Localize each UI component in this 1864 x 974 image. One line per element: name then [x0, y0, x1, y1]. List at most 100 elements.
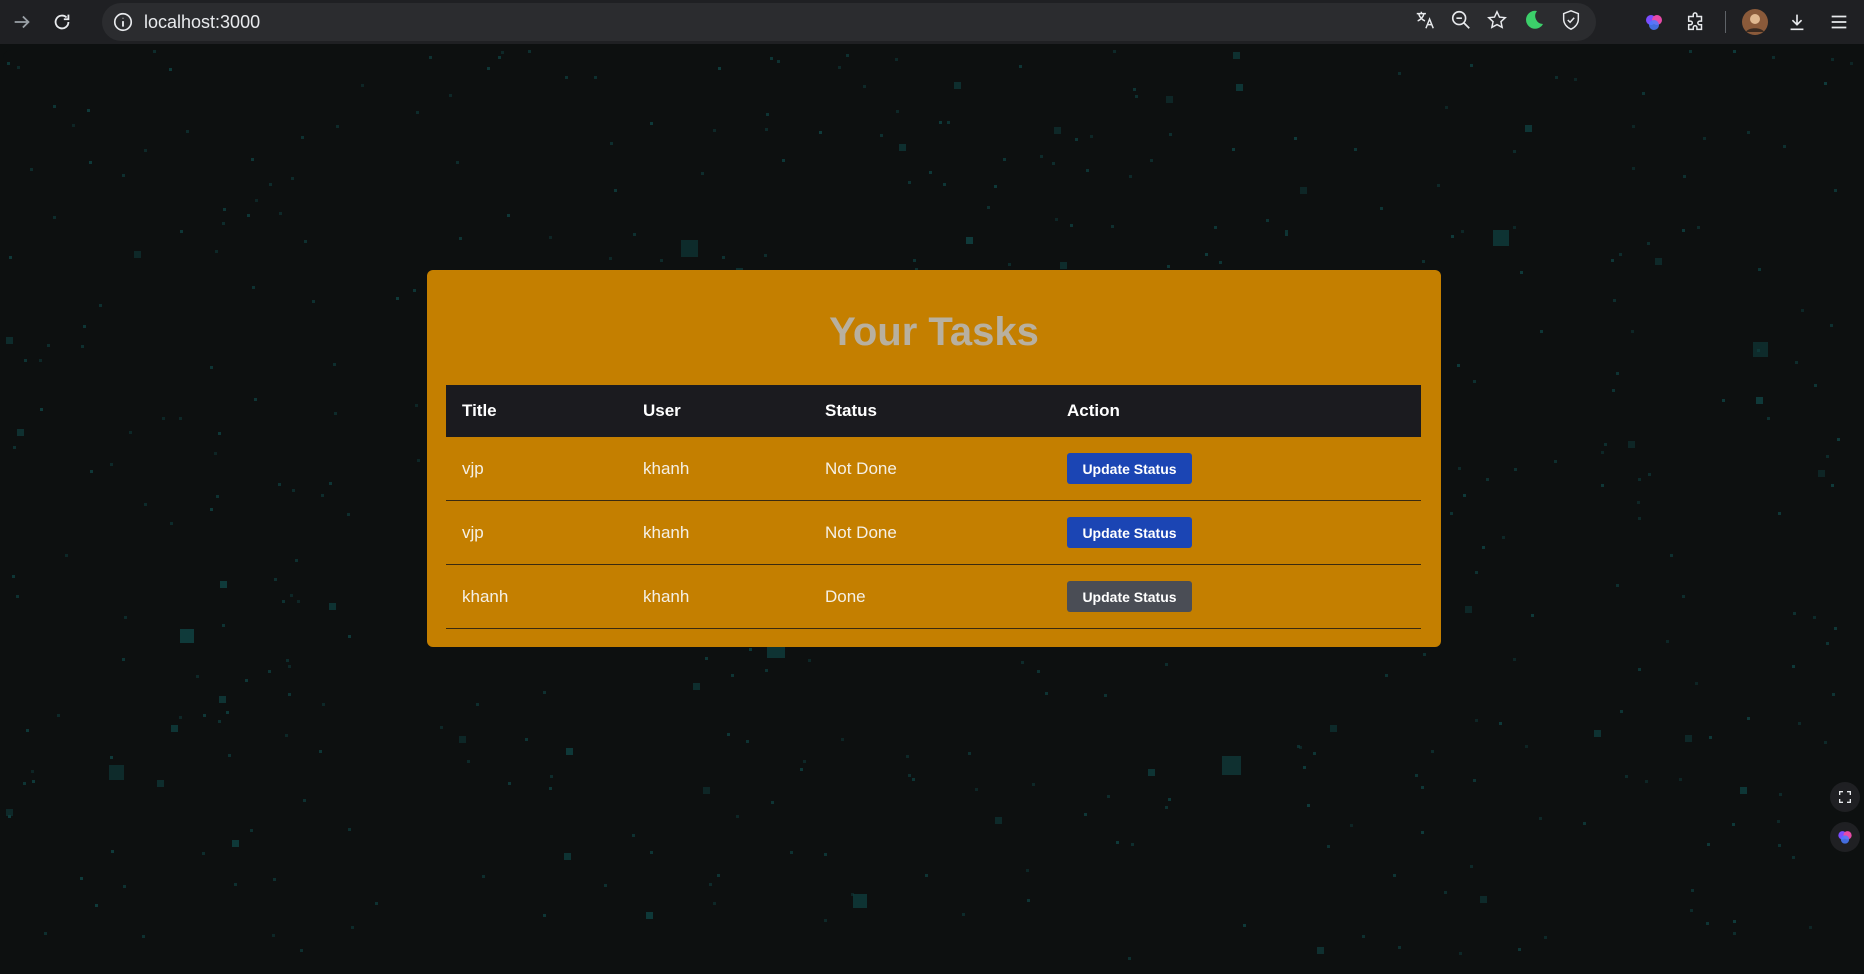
background-speck [23, 782, 26, 785]
background-speck [1128, 957, 1131, 960]
background-speck [906, 755, 909, 758]
background-speck [722, 256, 725, 259]
update-status-button[interactable]: Update Status [1067, 453, 1192, 484]
background-speck [507, 214, 510, 217]
background-speck [31, 770, 34, 773]
background-speck [528, 50, 531, 53]
background-speck [1129, 175, 1132, 178]
update-status-button[interactable]: Update Status [1067, 581, 1192, 612]
background-speck [1350, 824, 1353, 827]
background-speck [1037, 670, 1040, 673]
background-speck [549, 787, 552, 790]
bookmark-star-icon[interactable] [1486, 9, 1508, 36]
background-speck [1613, 299, 1616, 302]
background-speck [913, 259, 916, 262]
address-bar[interactable]: localhost:3000 [102, 3, 1596, 41]
brain-extension-icon[interactable] [1637, 5, 1671, 39]
background-speck [222, 222, 225, 225]
background-speck [12, 575, 15, 578]
background-speck [709, 883, 712, 886]
background-speck [292, 489, 295, 492]
background-speck [1518, 948, 1521, 951]
background-speck [348, 635, 351, 638]
background-speck [954, 82, 961, 89]
background-speck [594, 76, 597, 79]
background-speck [476, 703, 479, 706]
background-speck [1445, 106, 1448, 109]
zoom-out-icon[interactable] [1450, 9, 1472, 36]
background-speck [203, 714, 206, 717]
shield-extension-icon[interactable] [1560, 9, 1582, 36]
background-speck [110, 463, 113, 466]
profile-avatar[interactable] [1738, 5, 1772, 39]
background-speck [1732, 823, 1735, 826]
background-speck [614, 189, 617, 192]
background-speck [1525, 125, 1532, 132]
background-speck [610, 142, 613, 145]
background-speck [1601, 451, 1604, 454]
arrow-right-icon [14, 15, 30, 29]
background-speck [1303, 766, 1306, 769]
background-speck [1777, 820, 1780, 823]
background-speck [1767, 417, 1770, 420]
background-speck [947, 121, 950, 124]
background-speck [144, 149, 147, 152]
background-speck [319, 750, 322, 753]
reload-button[interactable] [44, 4, 80, 40]
table-row: vjp khanh Not Done Update Status [446, 437, 1421, 501]
background-speck [415, 404, 418, 407]
background-speck [1090, 135, 1093, 138]
background-speck [1795, 361, 1798, 364]
background-speck [1150, 159, 1153, 162]
background-speck [1753, 342, 1768, 357]
background-speck [1421, 831, 1424, 834]
translate-icon[interactable] [1414, 9, 1436, 36]
background-speck [1647, 242, 1650, 245]
background-speck [718, 67, 721, 70]
url-text[interactable]: localhost:3000 [144, 12, 260, 33]
background-speck [186, 130, 189, 133]
background-speck [322, 703, 325, 706]
background-speck [912, 778, 915, 781]
dark-mode-moon-icon[interactable] [1522, 8, 1546, 37]
background-speck [153, 50, 156, 53]
background-speck [1300, 187, 1307, 194]
header-user: User [627, 385, 809, 437]
background-speck [1045, 692, 1048, 695]
background-speck [1166, 96, 1173, 103]
background-speck [111, 850, 114, 853]
background-speck [1473, 779, 1476, 782]
background-speck [1733, 920, 1736, 923]
background-speck [1733, 50, 1736, 53]
background-speck [1457, 364, 1460, 367]
update-status-button[interactable]: Update Status [1067, 517, 1192, 548]
site-info-icon[interactable] [112, 11, 134, 33]
background-speck [440, 726, 443, 729]
menu-icon[interactable] [1822, 5, 1856, 39]
background-speck [1691, 889, 1694, 892]
background-speck [1165, 663, 1168, 666]
background-speck [65, 554, 68, 557]
background-speck [646, 912, 653, 919]
background-speck [1458, 467, 1461, 470]
background-speck [863, 85, 866, 88]
download-icon[interactable] [1780, 5, 1814, 39]
background-speck [1222, 756, 1241, 775]
background-speck [1554, 460, 1557, 463]
background-speck [291, 177, 294, 180]
background-speck [1003, 158, 1006, 161]
background-speck [449, 94, 452, 97]
background-speck [1444, 891, 1447, 894]
background-speck [731, 674, 734, 677]
background-speck [1113, 50, 1116, 53]
brain-sidebar-icon[interactable] [1830, 822, 1860, 852]
background-speck [1475, 719, 1478, 722]
background-speck [157, 780, 164, 787]
background-speck [467, 760, 470, 763]
extensions-puzzle-icon[interactable] [1679, 5, 1713, 39]
background-speck [565, 76, 568, 79]
forward-button[interactable] [4, 4, 40, 40]
background-speck [1450, 512, 1453, 515]
background-speck [765, 669, 768, 672]
screenshot-tool-icon[interactable] [1830, 782, 1860, 812]
